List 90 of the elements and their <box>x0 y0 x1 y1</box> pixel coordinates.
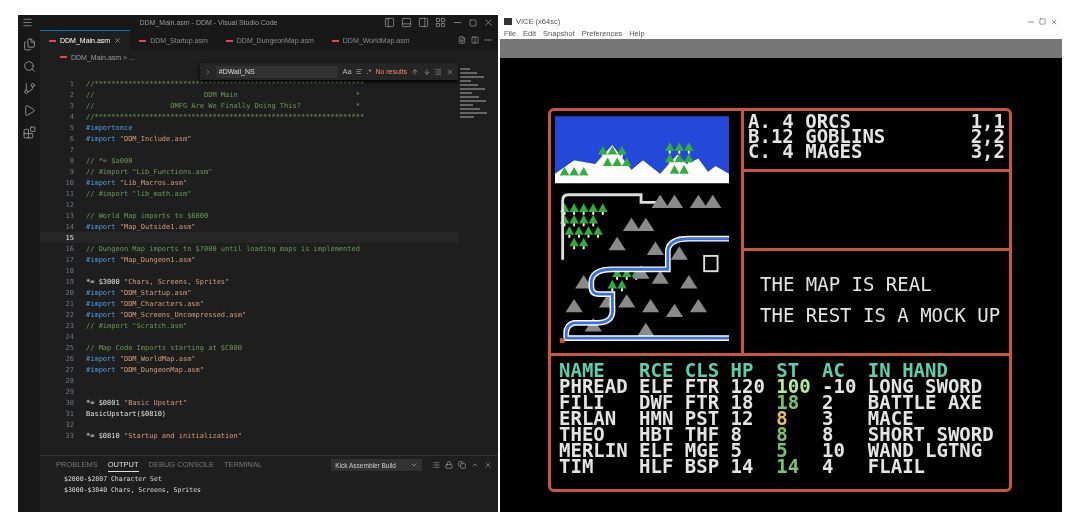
message-text: THE REST IS A MOCK UP <box>760 304 1001 326</box>
table-cell-text: FLAIL <box>867 458 926 474</box>
table-cell-text: 4 <box>822 458 834 474</box>
copy-icon[interactable] <box>458 461 466 469</box>
source-control-icon[interactable] <box>22 82 36 95</box>
table-cell-text: HBT <box>639 426 675 442</box>
table-cell-text: LONG SWORD <box>867 378 984 394</box>
more-icon[interactable] <box>484 36 492 44</box>
panel-left-icon[interactable] <box>384 17 395 28</box>
previous-match-icon[interactable] <box>410 67 419 76</box>
maximize-icon[interactable] <box>1039 18 1046 25</box>
layout-icon[interactable] <box>435 17 446 28</box>
run-icon[interactable] <box>22 104 36 117</box>
file-icon <box>139 39 147 42</box>
enemy-group: A. 4 ORCS <box>748 114 851 129</box>
file-icon <box>49 39 56 42</box>
table-cell-text: HLF <box>639 458 675 474</box>
lock-icon[interactable] <box>445 461 453 469</box>
close-tab-icon[interactable] <box>114 37 122 44</box>
table-cell-text: 3 <box>822 410 835 426</box>
enemy-position: 1,1 <box>970 114 1005 129</box>
column-header: HP <box>730 362 754 378</box>
extensions-icon[interactable] <box>22 126 36 139</box>
next-match-icon[interactable] <box>422 67 431 76</box>
close-icon[interactable] <box>483 17 494 28</box>
panel-right-icon[interactable] <box>418 17 429 28</box>
table-cell-text: DWF <box>639 394 675 410</box>
table-cell-text: 120 <box>730 378 766 394</box>
maximize-icon[interactable] <box>469 18 477 27</box>
close-icon[interactable] <box>446 67 455 76</box>
table-cell-text: MERLIN <box>559 442 629 458</box>
table-cell-text: ELF <box>639 378 675 394</box>
enemy-group: B.12 GOBLINS <box>748 129 886 144</box>
table-cell-text: MGE <box>684 442 721 458</box>
table-cell-text: 18 <box>776 394 800 410</box>
message-text: THE MAP IS REAL <box>760 273 932 295</box>
app-icon <box>504 18 512 25</box>
table-cell-text: 2 <box>822 394 834 410</box>
table-cell-text: 8 <box>730 426 742 442</box>
table-cell-text: ELF <box>639 442 675 458</box>
table-cell-text: SHORT SWORD <box>867 426 995 442</box>
file-icon[interactable] <box>458 36 466 44</box>
menu-icon[interactable] <box>22 17 33 28</box>
table-cell-text: PST <box>684 410 721 426</box>
table-cell-text: PHREAD <box>559 378 629 394</box>
list-icon[interactable] <box>432 461 440 469</box>
close-icon[interactable] <box>484 461 492 469</box>
explorer-icon[interactable] <box>22 38 36 51</box>
enemy-position: 3,2 <box>970 144 1005 159</box>
table-cell-text: 5 <box>776 442 788 458</box>
table-cell-text: 5 <box>730 442 742 458</box>
table-cell-text: TIM <box>559 458 594 474</box>
chevron-down-icon[interactable] <box>410 461 418 469</box>
table-cell-text: ERLAN <box>559 410 618 426</box>
table-cell-text: BSP <box>684 458 721 474</box>
table-cell-text: THF <box>684 426 721 442</box>
table-cell-text: -10 <box>822 378 858 394</box>
table-cell-text: HMN <box>639 410 675 426</box>
column-header: CLS <box>684 362 721 378</box>
file-icon <box>331 39 339 42</box>
table-cell-text: BATTLE AXE <box>867 394 984 410</box>
table-cell-text: 10 <box>822 442 846 458</box>
table-cell-text: 14 <box>776 458 801 474</box>
panel-bottom-icon[interactable] <box>401 17 412 28</box>
table-cell-text: THEO <box>559 426 605 442</box>
chevron-up-icon[interactable] <box>471 461 479 469</box>
table-cell-text: 100 <box>776 378 812 394</box>
enemy-group: C. 4 MAGES <box>748 144 863 159</box>
table-cell-text: MACE <box>867 410 914 426</box>
table-cell-text: WAND LGTNG <box>867 442 983 458</box>
table-cell-text: FTR <box>684 394 721 410</box>
table-cell-text: 14 <box>730 458 755 474</box>
column-header: RCE <box>639 362 675 378</box>
file-icon <box>225 39 233 42</box>
close-icon[interactable] <box>1050 17 1058 26</box>
table-cell-text: 8 <box>822 426 834 442</box>
table-cell-text: 8 <box>776 426 789 442</box>
table-cell-text: 18 <box>730 394 754 410</box>
enemy-position: 2,2 <box>970 129 1005 144</box>
column-header: ST <box>776 362 800 378</box>
split-editor-icon[interactable] <box>471 36 479 44</box>
search-icon[interactable] <box>22 60 36 73</box>
column-header: IN HAND <box>867 362 948 378</box>
column-header: AC <box>822 362 845 378</box>
table-cell-text: 8 <box>776 410 788 426</box>
expand-icon[interactable] <box>204 67 212 76</box>
column-header: NAME <box>559 362 605 378</box>
table-cell-text: FTR <box>684 378 721 394</box>
table-cell-text: 12 <box>730 410 755 426</box>
table-cell-text: FILI <box>559 394 605 410</box>
